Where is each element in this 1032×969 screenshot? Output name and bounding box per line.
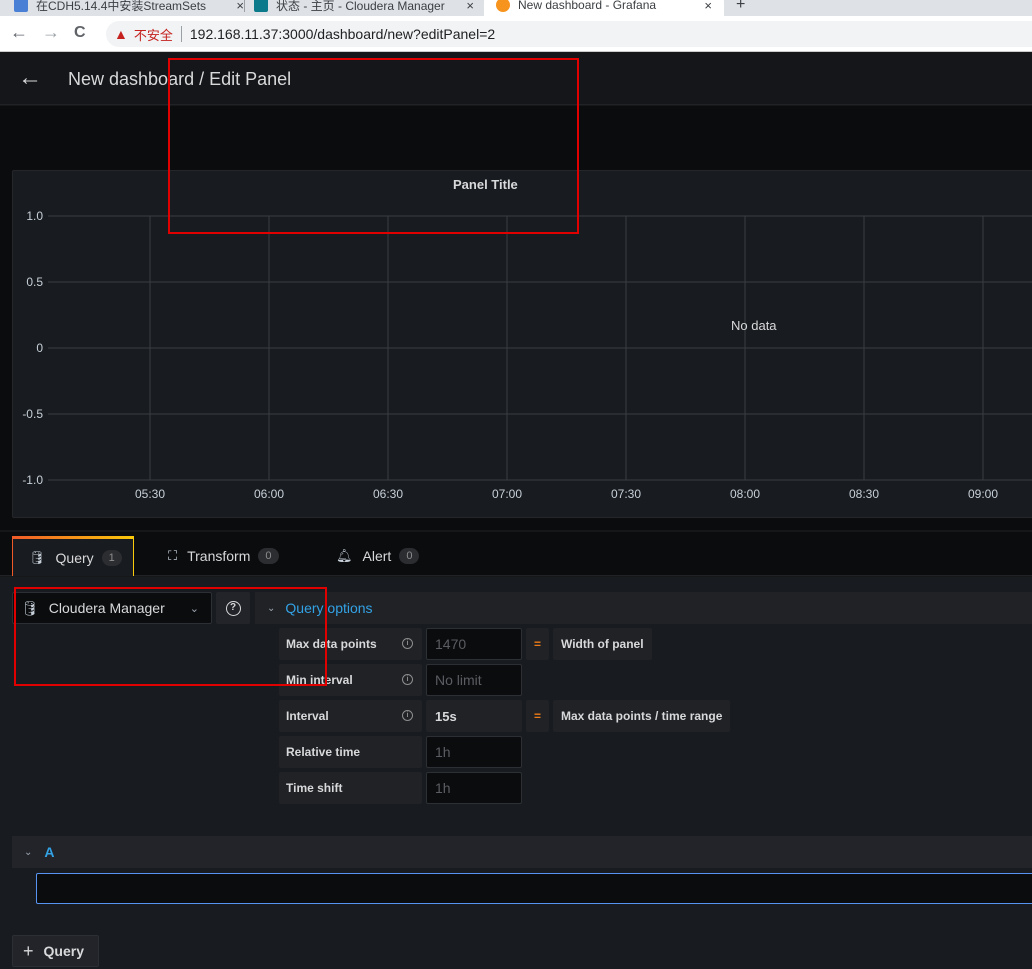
time-shift-input[interactable]: 1h	[426, 772, 522, 804]
option-label-text: Max data points	[286, 637, 377, 651]
graph-panel[interactable]: 1.0 0.5 0 -0.5 -1.0 05:30 06:00 06:30 07:00 07:30…	[12, 170, 1032, 518]
option-label-text: Relative time	[286, 745, 361, 759]
tab-label: Transform	[187, 548, 251, 564]
x-tick-label: 06:30	[373, 487, 403, 501]
browser-tab-title: New dashboard - Grafana	[518, 0, 657, 12]
tab-count-badge: 0	[258, 548, 279, 564]
x-tick-label: 06:00	[254, 487, 284, 501]
close-tab-icon[interactable]: ×	[236, 0, 244, 13]
url-text[interactable]: 192.168.11.37:3000/dashboard/new?editPan…	[190, 26, 495, 42]
tab-count-badge: 1	[101, 549, 122, 566]
close-tab-icon[interactable]: ×	[704, 0, 712, 13]
page-title: New dashboard / Edit Panel	[68, 69, 292, 89]
option-label: Min interval i	[279, 664, 422, 696]
query-ref-id: A	[44, 844, 55, 860]
datasource-picker[interactable]: 🛢 Cloudera Manager ⌄	[12, 592, 212, 624]
datasource-help-button[interactable]: ?	[216, 592, 250, 624]
query-options-toggle[interactable]: ⌄ Query options	[255, 592, 1032, 624]
address-bar[interactable]: ▲ 不安全 192.168.11.37:3000/dashboard/new?e…	[106, 21, 1032, 47]
grafana-favicon-icon	[496, 0, 510, 12]
back-icon[interactable]: ←	[10, 22, 28, 43]
x-tick-label: 08:00	[730, 487, 760, 501]
x-tick-label: 07:30	[611, 487, 641, 501]
tab-alert[interactable]: 🔔︎ Alert 0	[320, 536, 435, 576]
option-label-text: Interval	[286, 709, 329, 723]
option-label: Max data points i	[279, 628, 422, 660]
min-interval-input[interactable]: No limit	[426, 664, 522, 696]
tab-transform[interactable]: ⛶ Transform 0	[152, 536, 295, 576]
new-tab-button[interactable]: +	[736, 0, 745, 14]
tab-query[interactable]: 🛢 Query 1	[12, 536, 134, 576]
editor-tabs: 🛢 Query 1 ⛶ Transform 0 🔔︎ Alert 0	[0, 532, 1032, 576]
y-tick-label: -0.5	[22, 407, 43, 421]
tab-label: Alert	[362, 548, 392, 564]
chevron-down-icon[interactable]: ⌄	[24, 847, 32, 858]
browser-toolbar: ← → C ▲ 不安全 192.168.11.37:3000/dashboard…	[0, 16, 1032, 52]
y-tick-label: 0.5	[26, 275, 43, 289]
question-circle-icon: ?	[225, 600, 241, 616]
query-editor: 🛢 Cloudera Manager ⌄ ? ⌄ Query options M…	[0, 577, 1032, 969]
option-description: Width of panel	[553, 628, 652, 660]
option-description: Max data points / time range	[553, 700, 731, 732]
browser-tab-streamsets[interactable]: 在CDH5.14.4中安装StreamSets ×	[14, 0, 244, 16]
browser-tab-grafana[interactable]: New dashboard - Grafana ×	[484, 0, 724, 16]
info-icon[interactable]: i	[402, 710, 413, 721]
add-query-label: Query	[43, 943, 84, 959]
warning-icon: ▲	[114, 26, 128, 42]
database-icon: 🛢	[29, 549, 46, 565]
relative-time-input[interactable]: 1h	[426, 736, 522, 768]
page-header: ← New dashboard / Edit Panel	[0, 53, 1032, 105]
option-label: Relative time	[279, 736, 422, 768]
equals-sign: =	[526, 700, 549, 732]
tab-label: Query	[55, 549, 94, 566]
y-tick-label: -1.0	[22, 473, 43, 487]
bell-icon: 🔔︎	[336, 548, 353, 563]
favicon-icon	[254, 0, 268, 12]
option-label: Time shift	[279, 772, 422, 804]
option-label-text: Min interval	[286, 673, 353, 687]
plus-icon: +	[23, 940, 34, 961]
back-arrow-icon[interactable]: ←	[18, 65, 42, 91]
chevron-down-icon: ⌄	[267, 602, 276, 614]
browser-tab-strip: 在CDH5.14.4中安装StreamSets × 状态 - 主页 - Clou…	[0, 0, 1032, 16]
no-data-message: No data	[731, 318, 777, 333]
info-icon[interactable]: i	[402, 674, 413, 685]
browser-tab-title: 在CDH5.14.4中安装StreamSets	[36, 0, 207, 13]
forward-icon[interactable]: →	[42, 22, 60, 43]
query-row-header[interactable]: ⌄ A	[12, 836, 1032, 868]
reload-icon[interactable]: C	[74, 24, 86, 42]
transform-icon: ⛶	[168, 548, 178, 563]
y-tick-label: 0	[36, 341, 43, 355]
browser-tab-cloudera[interactable]: 状态 - 主页 - Cloudera Manager ×	[254, 0, 474, 16]
database-icon: 🛢	[21, 599, 39, 616]
panel-title[interactable]: Panel Title	[13, 177, 1032, 192]
datasource-name: Cloudera Manager	[48, 600, 165, 616]
option-label: Interval i	[279, 700, 422, 732]
tab-count-badge: 0	[399, 548, 420, 564]
y-tick-label: 1.0	[26, 209, 43, 223]
browser-tab-title: 状态 - 主页 - Cloudera Manager	[276, 0, 445, 13]
close-tab-icon[interactable]: ×	[466, 0, 474, 13]
graph-chart: 1.0 0.5 0 -0.5 -1.0 05:30 06:00 06:30 07:00 07:30…	[22, 209, 1032, 501]
equals-sign: =	[526, 628, 549, 660]
add-query-button[interactable]: + Query	[12, 935, 99, 967]
query-input[interactable]	[36, 873, 1032, 904]
security-status[interactable]: 不安全	[134, 25, 173, 44]
favicon-icon	[14, 0, 28, 12]
tab-separator	[244, 0, 245, 12]
chevron-down-icon: ⌄	[189, 602, 199, 615]
interval-value: 15s	[426, 700, 522, 732]
x-tick-label: 09:00	[968, 487, 998, 501]
max-data-points-input[interactable]: 1470	[426, 628, 522, 660]
query-options-label: Query options	[285, 600, 373, 616]
x-tick-label: 08:30	[849, 487, 879, 501]
x-tick-label: 07:00	[492, 487, 522, 501]
info-icon[interactable]: i	[402, 638, 413, 649]
divider	[180, 26, 182, 42]
x-tick-label: 05:30	[135, 487, 165, 501]
option-label-text: Time shift	[286, 781, 343, 795]
